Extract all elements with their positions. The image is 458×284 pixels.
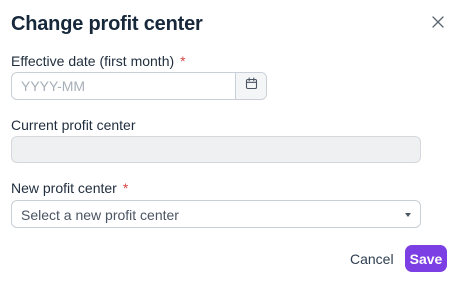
effective-date-input[interactable] — [12, 73, 235, 99]
change-profit-center-dialog: Change profit center Effective date (fir… — [0, 0, 458, 284]
select-placeholder: Select a new profit center — [21, 207, 179, 223]
cancel-button[interactable]: Cancel — [350, 251, 394, 267]
new-profit-center-label-text: New profit center — [11, 180, 117, 196]
new-profit-center-select[interactable]: Select a new profit center — [11, 200, 421, 228]
save-button[interactable]: Save — [405, 245, 447, 272]
dialog-title: Change profit center — [11, 13, 203, 35]
calendar-icon — [245, 77, 258, 95]
close-icon[interactable] — [431, 15, 445, 29]
current-profit-center-field — [11, 136, 421, 163]
effective-date-field — [11, 72, 267, 100]
effective-date-label-text: Effective date (first month) — [11, 53, 175, 69]
required-marker: * — [180, 53, 186, 69]
new-profit-center-label: New profit center * — [11, 180, 128, 196]
current-profit-center-label: Current profit center — [11, 117, 136, 133]
effective-date-label: Effective date (first month) * — [11, 53, 186, 69]
caret-down-icon — [405, 213, 411, 217]
required-marker: * — [122, 180, 129, 196]
calendar-button[interactable] — [235, 73, 266, 99]
